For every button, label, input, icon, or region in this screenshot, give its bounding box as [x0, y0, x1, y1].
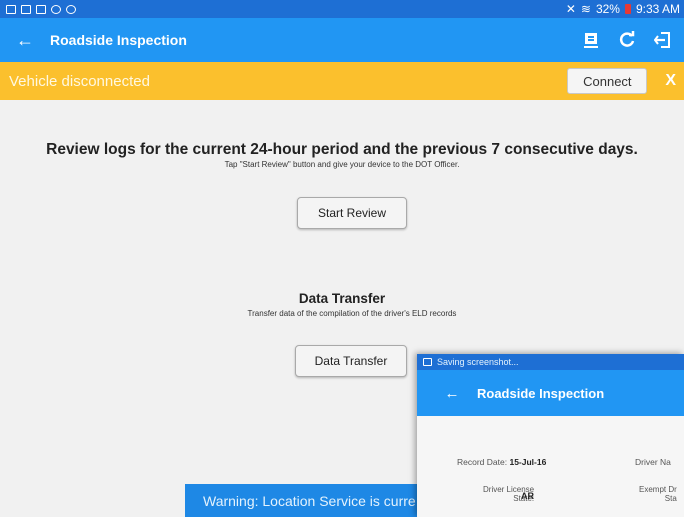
send-report-icon[interactable] — [582, 31, 600, 49]
back-arrow-icon: ← — [444, 384, 460, 402]
start-review-button[interactable]: Start Review — [297, 197, 407, 229]
screenshot-icon — [21, 4, 31, 14]
system-indicators: ✕ ≋ 32% 9:33 AM — [566, 2, 680, 16]
sync-icon — [66, 4, 76, 14]
vehicle-status-banner: Vehicle disconnected Connect X — [0, 62, 684, 100]
clock: 9:33 AM — [635, 2, 680, 16]
data-transfer-button[interactable]: Data Transfer — [295, 345, 407, 377]
wifi-icon: ≋ — [580, 2, 591, 16]
refresh-icon[interactable] — [618, 31, 636, 49]
data-transfer-description: Transfer data of the compilation of the … — [247, 309, 457, 318]
app-bar: ← Roadside Inspection — [0, 18, 684, 62]
review-heading: Review logs for the current 24-hour peri… — [46, 141, 638, 158]
logout-icon[interactable] — [654, 31, 672, 49]
saving-screenshot-text: Saving screenshot... — [437, 357, 519, 367]
driver-name-label: Driver Na — [635, 457, 671, 467]
bluetooth-icon: ✕ — [565, 2, 576, 16]
record-date-value: 15-Jul-16 — [509, 457, 547, 467]
cast-icon — [6, 4, 16, 14]
driver-license-state-value: AR — [521, 491, 534, 501]
usb-icon — [51, 4, 61, 14]
data-transfer-heading: Data Transfer — [298, 291, 386, 306]
status-bar: ✕ ≋ 32% 9:33 AM — [0, 0, 684, 18]
record-date-label: Record Date: 15-Jul-16 — [457, 457, 547, 467]
preview-app-bar: ← Roadside Inspection — [417, 370, 684, 416]
banner-text: Vehicle disconnected — [9, 72, 150, 90]
battery-percent: 32% — [595, 2, 620, 16]
review-instructions: Tap "Start Review" button and give your … — [224, 160, 460, 169]
toast-text: Warning: Location Service is curre — [203, 492, 416, 509]
back-arrow-icon[interactable]: ← — [0, 30, 50, 51]
dismiss-banner-button[interactable]: X — [665, 72, 676, 90]
image-icon — [36, 4, 46, 14]
screenshot-icon — [423, 358, 432, 366]
notification-icons — [6, 4, 76, 14]
preview-status-bar: Saving screenshot... — [417, 354, 684, 370]
preview-title: Roadside Inspection — [477, 385, 605, 401]
connect-button[interactable]: Connect — [567, 68, 648, 94]
screenshot-preview[interactable]: Saving screenshot... ← Roadside Inspecti… — [417, 354, 684, 517]
page-title: Roadside Inspection — [50, 32, 187, 48]
exempt-driver-status-label: Exempt Dr Sta — [639, 485, 677, 503]
battery-icon — [624, 4, 631, 14]
app-bar-actions — [582, 31, 684, 49]
